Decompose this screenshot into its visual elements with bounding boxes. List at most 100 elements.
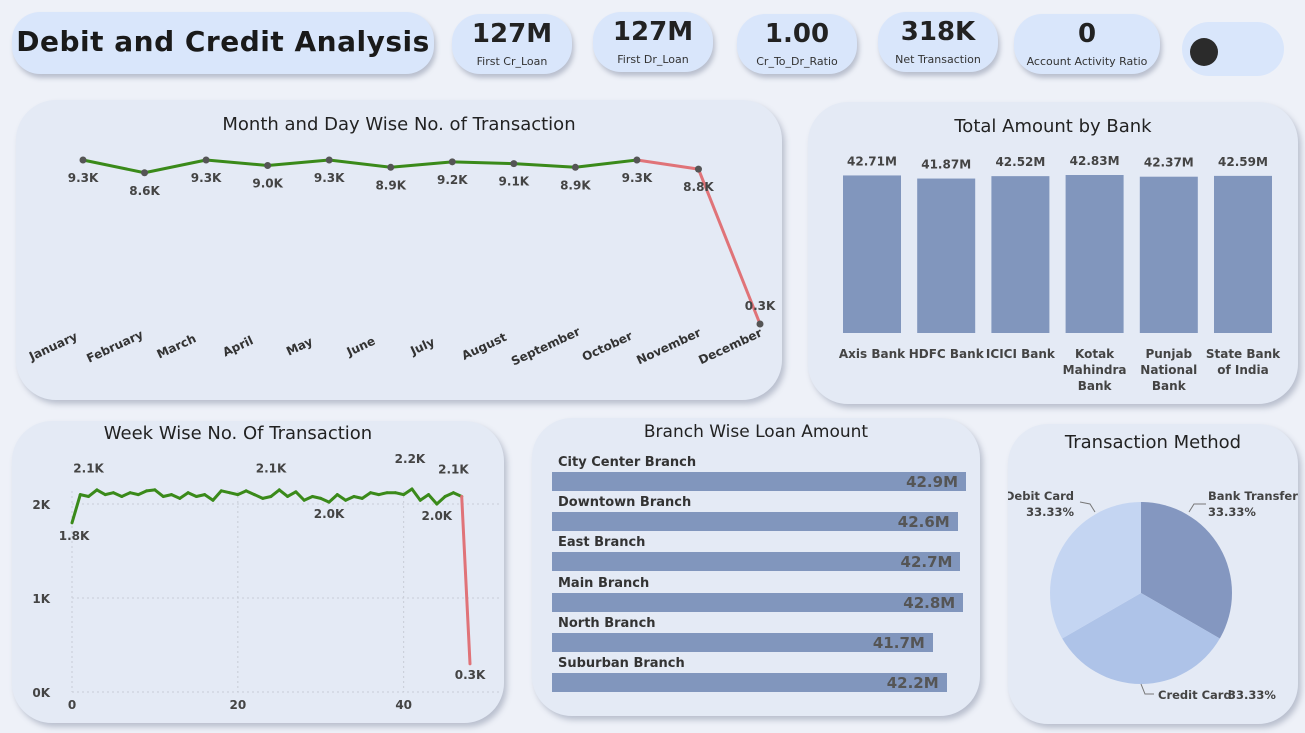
- kpi-value: 0: [1077, 19, 1097, 49]
- line-segment: [178, 491, 190, 500]
- line-segment: [211, 489, 223, 502]
- data-label: 2.0K: [314, 507, 345, 521]
- slice-name-label: Debit Card: [1008, 489, 1074, 503]
- x-tick-label: State Bank: [1206, 347, 1281, 361]
- bar-value-label: 42.2M: [886, 674, 939, 692]
- branch-chart-card: Branch Wise Loan Amount City Center Bran…: [532, 418, 980, 716]
- kpi-first-dr-loan[interactable]: 127M First Dr_Loan: [593, 12, 713, 72]
- line-segment: [294, 490, 306, 502]
- data-label: 9.3K: [68, 171, 99, 185]
- line-segment: [575, 158, 638, 169]
- bar-value-label: 42.71M: [847, 154, 897, 168]
- branch-label: Downtown Branch: [558, 495, 692, 511]
- data-label: 0.3K: [455, 668, 486, 682]
- x-tick-label: Bank: [1152, 379, 1187, 393]
- branch-bar: 42.9M: [552, 472, 966, 491]
- data-label: 2.1K: [73, 461, 104, 475]
- x-tick-label: September: [509, 324, 582, 368]
- x-tick-label: May: [284, 334, 315, 358]
- bar: [843, 175, 901, 333]
- kpi-label: Account Activity Ratio: [1026, 55, 1148, 68]
- x-tick-label: August: [459, 330, 509, 363]
- x-tick-label: Bank: [1078, 379, 1113, 393]
- branch-bar: 42.8M: [552, 592, 964, 612]
- transaction-pie-chart: Bank Transfer33.33%Credit Card33.33%Debi…: [1008, 489, 1298, 702]
- data-label: 2.1K: [438, 463, 469, 477]
- data-point: [571, 163, 579, 171]
- theme-toggle[interactable]: [1182, 22, 1284, 76]
- data-label: 2.2K: [395, 452, 426, 466]
- kpi-label: First Dr_Loan: [617, 53, 689, 66]
- data-point: [448, 158, 456, 166]
- branch-bar: 42.6M: [552, 512, 958, 532]
- line-segment: [460, 494, 472, 666]
- kpi-value: 1.00: [764, 19, 830, 49]
- bar: [1139, 176, 1198, 333]
- x-tick-label: National: [1140, 363, 1197, 377]
- bar-value-label: 41.7M: [872, 633, 925, 652]
- data-point: [264, 161, 272, 169]
- callout-line: [1140, 683, 1154, 695]
- x-tick-label: ICICI Bank: [986, 347, 1056, 361]
- line-segment: [427, 493, 439, 506]
- y-tick-label: 0K: [32, 686, 50, 700]
- kpi-value: 127M: [471, 19, 553, 49]
- line-segment: [203, 493, 215, 502]
- callout-line: [1079, 501, 1096, 513]
- bar-value-label: 42.6M: [897, 513, 950, 532]
- data-label: 2.1K: [256, 461, 287, 475]
- branch-label: Suburban Branch: [558, 656, 685, 671]
- data-point: [202, 156, 210, 164]
- x-tick-label: December: [696, 326, 764, 368]
- branch-label: North Branch: [558, 615, 656, 631]
- line-segment: [70, 493, 82, 525]
- line-segment: [327, 493, 339, 504]
- slice-value-label: 33.33%: [1228, 688, 1276, 702]
- x-tick-label: June: [344, 334, 378, 360]
- data-point: [694, 165, 702, 173]
- data-label: 9.1K: [499, 175, 530, 189]
- x-tick-label: Kotak: [1075, 347, 1115, 361]
- toggle-knob-icon: [1190, 38, 1218, 66]
- x-tick-label: October: [580, 329, 635, 365]
- branch-label: Main Branch: [558, 575, 650, 591]
- x-tick-label: 40: [395, 698, 412, 712]
- x-tick-label: Axis Bank: [839, 347, 906, 361]
- line-segment: [418, 493, 431, 502]
- bar-value-label: 42.7M: [900, 553, 953, 572]
- line-segment: [402, 487, 414, 497]
- title-card: Debit and Credit Analysis: [12, 12, 434, 74]
- kpi-first-cr-loan[interactable]: 127M First Cr_Loan: [452, 14, 572, 74]
- kpi-net-transaction[interactable]: 318K Net Transaction: [878, 12, 998, 72]
- bar-value-label: 41.87M: [921, 158, 971, 172]
- kpi-account-activity-ratio[interactable]: 0 Account Activity Ratio: [1014, 14, 1160, 74]
- branch-label: City Center Branch: [558, 455, 697, 470]
- line-segment: [267, 158, 330, 167]
- bar: [917, 178, 976, 333]
- bar-value-label: 42.9M: [906, 473, 958, 491]
- slice-value-label: 33.33%: [1208, 505, 1256, 519]
- kpi-cr-to-dr-ratio[interactable]: 1.00 Cr_To_Dr_Ratio: [737, 14, 857, 74]
- kpi-value: 318K: [900, 17, 976, 47]
- bar-value-label: 42.83M: [1070, 154, 1120, 168]
- data-point: [141, 169, 149, 177]
- data-label: 9.3K: [314, 171, 345, 185]
- line-segment: [513, 162, 576, 169]
- month-chart-card: Month and Day Wise No. of Transaction 9.…: [16, 100, 782, 400]
- x-tick-label: February: [84, 327, 145, 365]
- data-label: 9.2K: [437, 173, 468, 187]
- data-point: [325, 156, 333, 164]
- line-segment: [360, 491, 372, 500]
- data-label: 2.0K: [422, 509, 453, 523]
- branch-chart-title: Branch Wise Loan Amount: [643, 422, 869, 442]
- y-tick-label: 1K: [32, 592, 50, 606]
- page-title: Debit and Credit Analysis: [16, 25, 430, 58]
- x-tick-label: Punjab: [1145, 347, 1192, 361]
- bank-bar-chart: 42.71M Axis Bank 41.87M HDFC Bank 42.52M ICIC…: [839, 154, 1281, 393]
- data-point: [510, 160, 518, 168]
- line-segment: [205, 158, 268, 167]
- line-segment: [636, 158, 699, 171]
- bar-value-label: 42.59M: [1218, 155, 1268, 169]
- data-label: 8.6K: [129, 184, 160, 198]
- data-point: [79, 156, 87, 164]
